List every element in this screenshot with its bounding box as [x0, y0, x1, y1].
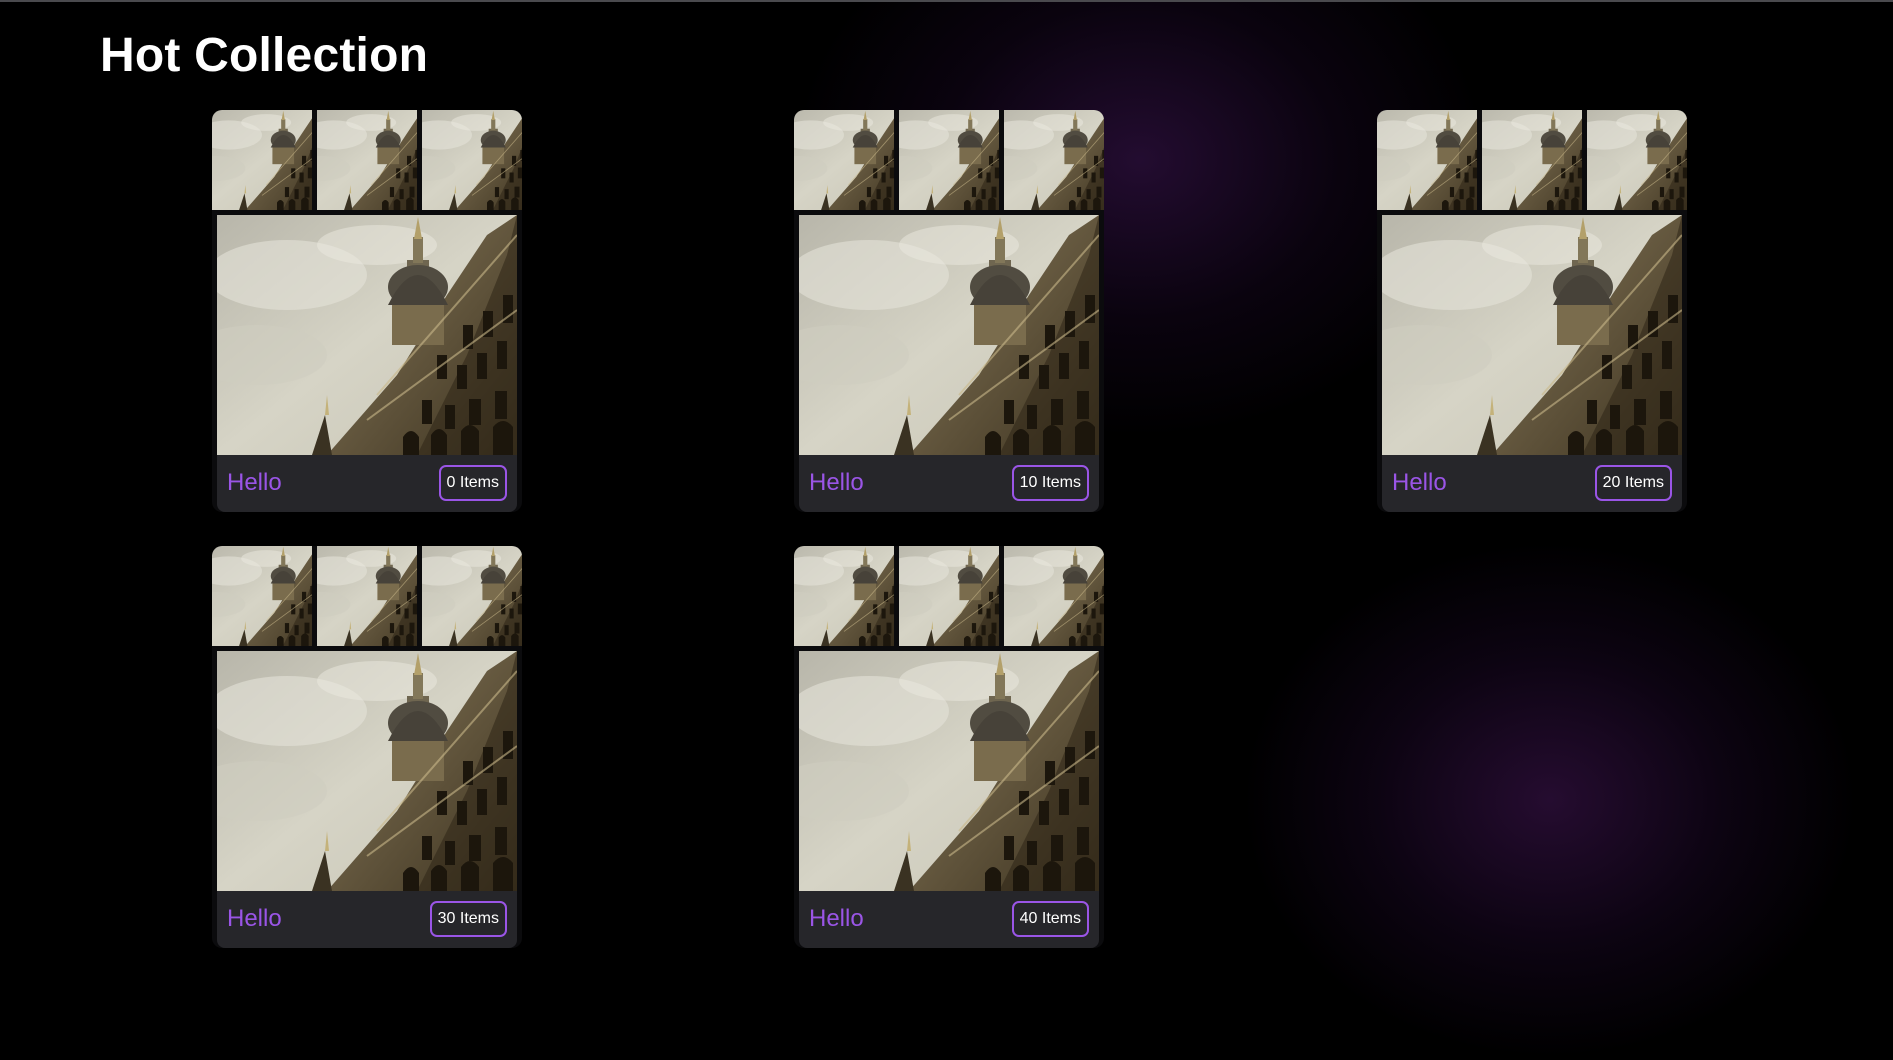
collection-cover-image[interactable] [217, 215, 517, 455]
items-count-badge[interactable]: 30 Items [429, 901, 507, 937]
thumbnail-image[interactable] [794, 546, 894, 646]
collection-card[interactable]: Hello 10 Items [794, 110, 1104, 512]
thumbnail-image[interactable] [212, 546, 312, 646]
items-count-badge[interactable]: 0 Items [438, 465, 507, 501]
collection-name[interactable]: Hello [1392, 469, 1447, 497]
collection-name[interactable]: Hello [809, 905, 864, 933]
items-count-badge[interactable]: 40 Items [1011, 901, 1089, 937]
thumbnail-image[interactable] [1587, 110, 1687, 210]
items-count-badge[interactable]: 10 Items [1011, 465, 1089, 501]
thumbnail-strip [794, 110, 1104, 210]
thumbnail-image[interactable] [422, 110, 522, 210]
thumbnail-image[interactable] [899, 546, 999, 646]
card-footer: Hello 0 Items [217, 455, 517, 512]
collection-card[interactable]: Hello 20 Items [1377, 110, 1687, 512]
thumbnail-image[interactable] [422, 546, 522, 646]
background-glow-bottom [1240, 540, 1860, 1060]
thumbnail-strip [212, 110, 522, 210]
thumbnail-image[interactable] [899, 110, 999, 210]
thumbnail-image[interactable] [1482, 110, 1582, 210]
thumbnail-image[interactable] [317, 110, 417, 210]
collection-card[interactable]: Hello 0 Items [212, 110, 522, 512]
collection-cover-image[interactable] [799, 651, 1099, 891]
thumbnail-strip [212, 546, 522, 646]
card-footer: Hello 20 Items [1382, 455, 1682, 512]
thumbnail-strip [794, 546, 1104, 646]
collection-cover-image[interactable] [799, 215, 1099, 455]
thumbnail-image[interactable] [794, 110, 894, 210]
collection-name[interactable]: Hello [809, 469, 864, 497]
collection-card[interactable]: Hello 30 Items [212, 546, 522, 948]
thumbnail-image[interactable] [317, 546, 417, 646]
page-title: Hot Collection [100, 29, 429, 82]
collection-name[interactable]: Hello [227, 469, 282, 497]
collection-cover-image[interactable] [217, 651, 517, 891]
collection-card[interactable]: Hello 40 Items [794, 546, 1104, 948]
thumbnail-image[interactable] [1377, 110, 1477, 210]
card-footer: Hello 40 Items [799, 891, 1099, 948]
card-footer: Hello 30 Items [217, 891, 517, 948]
thumbnail-strip [1377, 110, 1687, 210]
thumbnail-image[interactable] [1004, 110, 1104, 210]
thumbnail-image[interactable] [1004, 546, 1104, 646]
thumbnail-image[interactable] [212, 110, 312, 210]
collection-cover-image[interactable] [1382, 215, 1682, 455]
collection-name[interactable]: Hello [227, 905, 282, 933]
card-footer: Hello 10 Items [799, 455, 1099, 512]
items-count-badge[interactable]: 20 Items [1594, 465, 1672, 501]
top-border [0, 0, 1893, 2]
